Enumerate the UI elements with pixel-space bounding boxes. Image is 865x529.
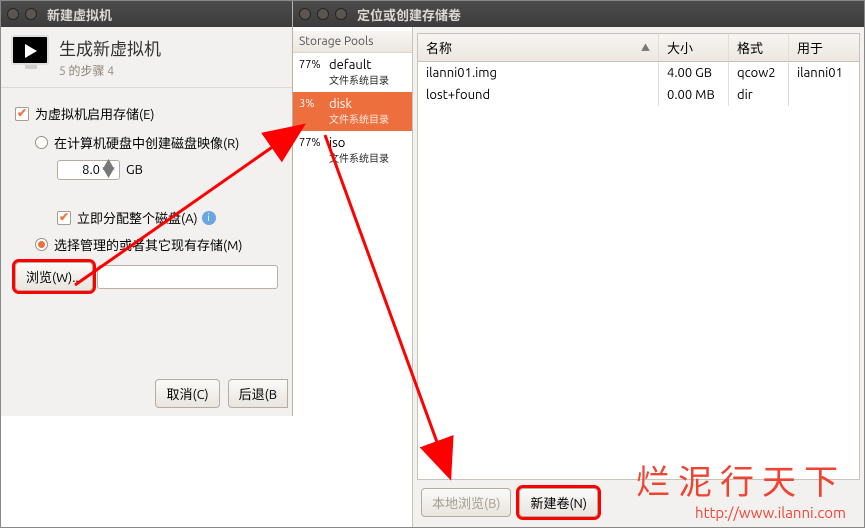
create-disk-radio[interactable] (35, 136, 48, 149)
volumes-panel: 名称▲ 大小 格式 用于 ilanni01.img 4.00 GB qcow2 … (413, 27, 864, 527)
disk-size-spinbox[interactable]: ▲▼ (57, 160, 120, 180)
cancel-button[interactable]: 取消(C) (155, 379, 219, 408)
storage-pools-list: Storage Pools 77% default 文件系统目录 3% disk… (293, 27, 413, 527)
col-name[interactable]: 名称▲ (418, 34, 659, 61)
browse-button[interactable]: 浏览(W)... (15, 262, 93, 291)
table-row[interactable]: ilanni01.img 4.00 GB qcow2 ilanni01 (418, 62, 859, 84)
new-vm-window: 新建虚拟机 生成新虚拟机 5 的步骤 4 ✔ 为虚拟机启用存储(E) 在计算机硬… (1, 1, 293, 416)
titlebar-left: 新建虚拟机 (1, 1, 292, 27)
table-header: 名称▲ 大小 格式 用于 (418, 34, 859, 62)
pools-header: Storage Pools (293, 31, 412, 53)
sort-asc-icon: ▲ (641, 41, 650, 54)
table-row[interactable]: lost+found 0.00 MB dir (418, 84, 859, 106)
wizard-step: 5 的步骤 4 (59, 62, 161, 79)
managed-storage-radio[interactable] (35, 238, 48, 251)
storage-browser-window: 定位或创建存储卷 Storage Pools 77% default 文件系统目… (293, 1, 864, 527)
col-usedby[interactable]: 用于 (789, 34, 859, 61)
back-button[interactable]: 后退(B (228, 379, 288, 408)
titlebar-right: 定位或创建存储卷 (293, 1, 864, 27)
disk-size-input[interactable] (62, 163, 100, 177)
wizard-header: 生成新虚拟机 5 的步骤 4 (1, 27, 292, 88)
create-disk-label: 在计算机硬盘中创建磁盘映像(R) (54, 133, 239, 152)
window-title: 新建虚拟机 (47, 5, 112, 24)
maximize-icon[interactable] (335, 8, 347, 20)
minimize-icon[interactable] (317, 8, 329, 20)
storage-path-input[interactable] (97, 265, 278, 289)
spin-buttons[interactable]: ▲▼ (102, 163, 115, 177)
wizard-title: 生成新虚拟机 (59, 35, 161, 60)
col-size[interactable]: 大小 (659, 34, 729, 61)
pool-item-disk[interactable]: 3% disk 文件系统目录 (293, 92, 412, 131)
local-browse-button[interactable]: 本地浏览(B) (421, 488, 511, 517)
pool-item-iso[interactable]: 77% iso 文件系统目录 (293, 131, 412, 170)
volumes-table: 名称▲ 大小 格式 用于 ilanni01.img 4.00 GB qcow2 … (417, 33, 860, 480)
col-format[interactable]: 格式 (729, 34, 789, 61)
enable-storage-label: 为虚拟机启用存储(E) (35, 104, 154, 123)
size-unit: GB (126, 163, 143, 177)
allocate-now-label: 立即分配整个磁盘(A) (77, 208, 198, 227)
pool-item-default[interactable]: 77% default 文件系统目录 (293, 53, 412, 92)
vm-icon (11, 35, 49, 65)
allocate-now-checkbox[interactable]: ✔ (57, 211, 71, 225)
minimize-icon[interactable] (25, 8, 37, 20)
help-icon[interactable]: i (202, 211, 216, 225)
storage-form: ✔ 为虚拟机启用存储(E) 在计算机硬盘中创建磁盘映像(R) ▲▼ GB ✔ 立… (1, 88, 292, 301)
new-volume-button[interactable]: 新建卷(N) (519, 488, 597, 517)
enable-storage-checkbox[interactable]: ✔ (15, 107, 29, 121)
managed-storage-label: 选择管理的或者其它现有存储(M) (54, 235, 243, 254)
close-icon[interactable] (299, 8, 311, 20)
window-title: 定位或创建存储卷 (357, 5, 461, 24)
close-icon[interactable] (7, 8, 19, 20)
